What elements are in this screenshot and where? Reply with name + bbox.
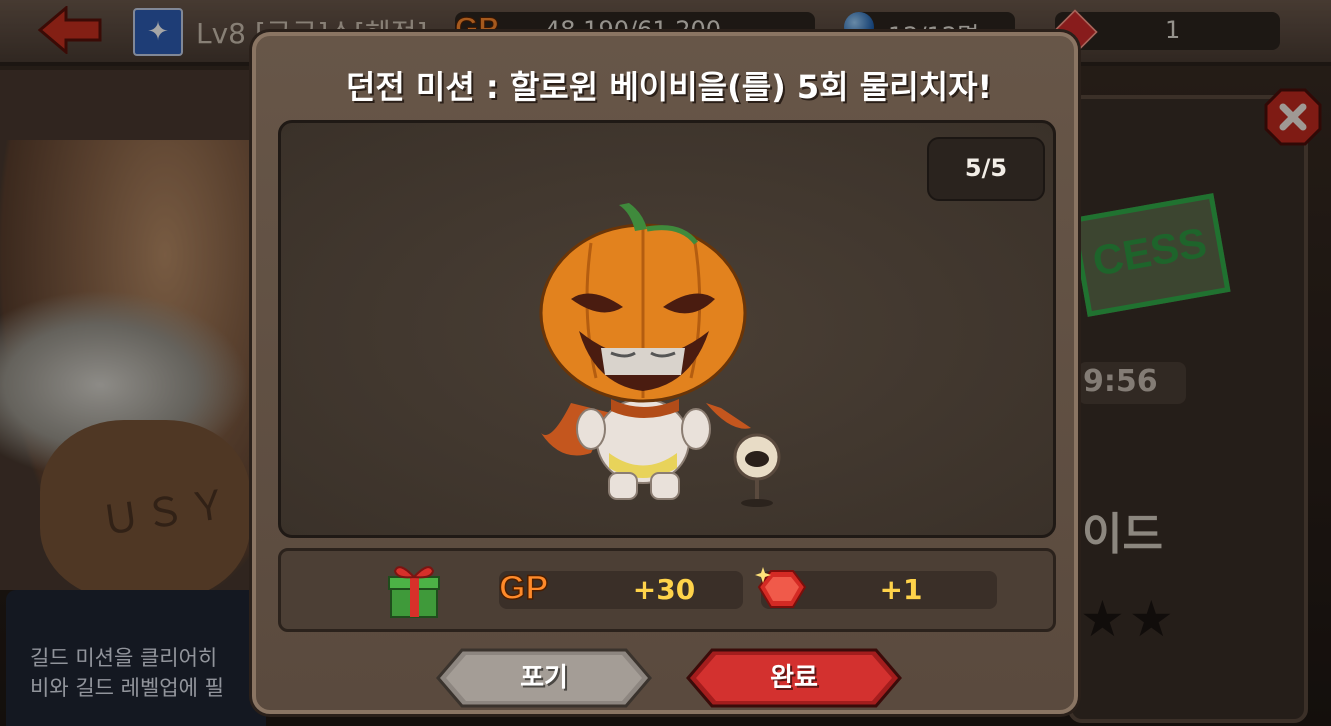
complete-label: 완료 bbox=[770, 663, 818, 693]
gp-reward-label: GP bbox=[498, 568, 549, 608]
give-up-label: 포기 bbox=[520, 663, 568, 693]
mission-progress-badge: 5/5 bbox=[927, 137, 1045, 201]
complete-button[interactable]: 완료 bbox=[686, 648, 902, 708]
mission-rewards: GP +30 +1 bbox=[278, 548, 1056, 632]
ruby-gem-icon bbox=[753, 561, 811, 619]
gift-icon bbox=[385, 561, 443, 619]
gem-reward-amount: +1 bbox=[879, 573, 923, 606]
give-up-button[interactable]: 포기 bbox=[436, 648, 652, 708]
gp-reward: GP +30 bbox=[498, 568, 743, 609]
gem-reward: +1 bbox=[755, 567, 997, 609]
target-sign-icon bbox=[729, 433, 785, 507]
gp-reward-amount: +30 bbox=[632, 573, 696, 606]
mission-title: 던전 미션 : 할로윈 베이비을(를) 5회 물리치자! bbox=[345, 68, 993, 106]
dungeon-mission-dialog: 던전 미션 : 할로윈 베이비을(를) 5회 물리치자! 5/5 GP +30 … bbox=[252, 32, 1078, 714]
mission-progress: 5/5 bbox=[964, 154, 1008, 182]
monster-display-panel: 5/5 bbox=[278, 120, 1056, 538]
